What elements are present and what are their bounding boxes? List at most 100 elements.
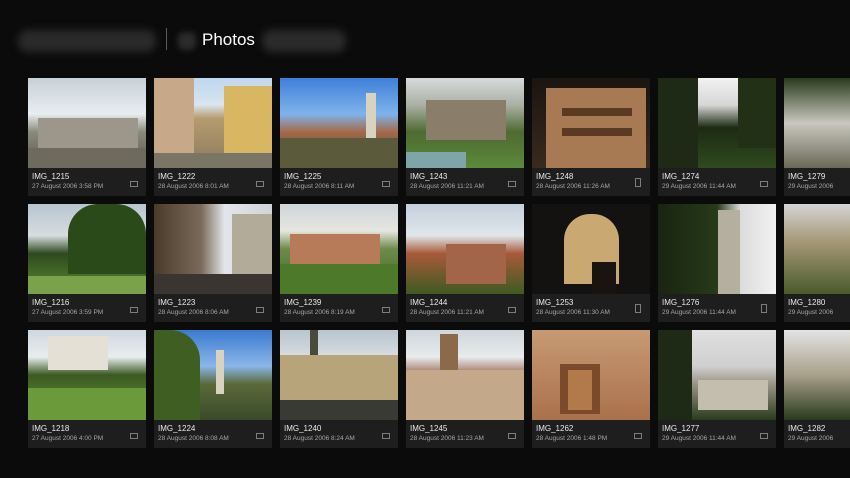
photo-date: 27 August 2006 3:59 PM (32, 309, 104, 316)
photo-date: 29 August 2006 (788, 435, 834, 442)
photo-info: IMG_1223 28 August 2006 8:06 AM (154, 294, 272, 322)
header-divider (166, 28, 167, 50)
photo-date: 28 August 2006 8:08 AM (158, 435, 229, 442)
photo-tile[interactable]: IMG_1279 29 August 2006 (784, 78, 850, 196)
photo-tile[interactable]: IMG_1239 28 August 2006 8:19 AM (280, 204, 398, 322)
page-title: Photos (202, 30, 255, 49)
photo-tile[interactable]: IMG_1224 28 August 2006 8:08 AM (154, 330, 272, 448)
app-icon (178, 32, 196, 50)
photo-info: IMG_1282 29 August 2006 (784, 420, 850, 448)
photo-name: IMG_1223 (158, 298, 196, 307)
photo-info: IMG_1243 28 August 2006 11:21 AM (406, 168, 524, 196)
photo-tile[interactable]: IMG_1253 28 August 2006 11:30 AM (532, 204, 650, 322)
landscape-icon (760, 433, 768, 439)
photo-date: 28 August 2006 11:21 AM (410, 183, 484, 190)
photo-date: 28 August 2006 8:01 AM (158, 183, 229, 190)
photo-thumbnail (406, 330, 524, 420)
photo-date: 29 August 2006 (788, 183, 834, 190)
photo-info: IMG_1262 28 August 2006 1:48 PM (532, 420, 650, 448)
photo-thumbnail (532, 78, 650, 168)
photo-name: IMG_1280 (788, 298, 826, 307)
photo-info: IMG_1240 28 August 2006 8:24 AM (280, 420, 398, 448)
photo-thumbnail (532, 204, 650, 294)
photo-tile[interactable]: IMG_1248 28 August 2006 11:26 AM (532, 78, 650, 196)
photo-tile[interactable]: IMG_1277 29 August 2006 11:44 AM (658, 330, 776, 448)
photo-tile[interactable]: IMG_1216 27 August 2006 3:59 PM (28, 204, 146, 322)
photo-date: 29 August 2006 (788, 309, 834, 316)
photo-name: IMG_1224 (158, 424, 196, 433)
photo-date: 29 August 2006 11:44 AM (662, 309, 736, 316)
photo-thumbnail (658, 204, 776, 294)
photo-thumbnail (532, 330, 650, 420)
photo-name: IMG_1225 (284, 172, 322, 181)
photo-name: IMG_1253 (536, 298, 574, 307)
landscape-icon (130, 433, 138, 439)
landscape-icon (382, 307, 390, 313)
photo-tile[interactable]: IMG_1274 29 August 2006 11:44 AM (658, 78, 776, 196)
photo-name: IMG_1248 (536, 172, 574, 181)
photo-name: IMG_1216 (32, 298, 70, 307)
photo-date: 27 August 2006 3:58 PM (32, 183, 104, 190)
landscape-icon (382, 181, 390, 187)
photo-tile[interactable]: IMG_1262 28 August 2006 1:48 PM (532, 330, 650, 448)
back-navigation-blurred[interactable] (18, 30, 156, 52)
photo-info: IMG_1279 29 August 2006 (784, 168, 850, 196)
photo-date: 28 August 2006 8:24 AM (284, 435, 355, 442)
app-header: Photos (0, 0, 850, 70)
photo-info: IMG_1239 28 August 2006 8:19 AM (280, 294, 398, 322)
photo-tile[interactable]: IMG_1282 29 August 2006 (784, 330, 850, 448)
photo-thumbnail (784, 330, 850, 420)
photo-name: IMG_1282 (788, 424, 826, 433)
header-extra-blurred (262, 30, 346, 52)
photo-info: IMG_1277 29 August 2006 11:44 AM (658, 420, 776, 448)
photo-tile[interactable]: IMG_1240 28 August 2006 8:24 AM (280, 330, 398, 448)
photo-thumbnail (658, 78, 776, 168)
landscape-icon (256, 181, 264, 187)
photo-date: 28 August 2006 8:06 AM (158, 309, 229, 316)
photo-name: IMG_1276 (662, 298, 700, 307)
photo-tile[interactable]: IMG_1215 27 August 2006 3:58 PM (28, 78, 146, 196)
photo-info: IMG_1280 29 August 2006 (784, 294, 850, 322)
photo-grid: IMG_1215 27 August 2006 3:58 PM IMG_1222… (28, 78, 850, 450)
photo-tile[interactable]: IMG_1243 28 August 2006 11:21 AM (406, 78, 524, 196)
landscape-icon (508, 307, 516, 313)
photo-tile[interactable]: IMG_1218 27 August 2006 4:00 PM (28, 330, 146, 448)
photo-tile[interactable]: IMG_1280 29 August 2006 (784, 204, 850, 322)
photo-tile[interactable]: IMG_1276 29 August 2006 11:44 AM (658, 204, 776, 322)
photo-tile[interactable]: IMG_1245 28 August 2006 11:23 AM (406, 330, 524, 448)
photo-name: IMG_1274 (662, 172, 700, 181)
photo-tile[interactable]: IMG_1223 28 August 2006 8:06 AM (154, 204, 272, 322)
photo-thumbnail (280, 330, 398, 420)
photo-info: IMG_1216 27 August 2006 3:59 PM (28, 294, 146, 322)
photo-thumbnail (406, 78, 524, 168)
landscape-icon (130, 307, 138, 313)
photo-info: IMG_1215 27 August 2006 3:58 PM (28, 168, 146, 196)
photo-info: IMG_1276 29 August 2006 11:44 AM (658, 294, 776, 322)
photo-date: 28 August 2006 8:19 AM (284, 309, 355, 316)
landscape-icon (382, 433, 390, 439)
photo-name: IMG_1245 (410, 424, 448, 433)
photo-name: IMG_1240 (284, 424, 322, 433)
photo-tile[interactable]: IMG_1244 28 August 2006 11:21 AM (406, 204, 524, 322)
photo-thumbnail (154, 78, 272, 168)
portrait-icon (761, 304, 767, 313)
photo-info: IMG_1224 28 August 2006 8:08 AM (154, 420, 272, 448)
photo-info: IMG_1244 28 August 2006 11:21 AM (406, 294, 524, 322)
photo-date: 28 August 2006 11:26 AM (536, 183, 610, 190)
landscape-icon (256, 433, 264, 439)
portrait-icon (635, 304, 641, 313)
photo-tile[interactable]: IMG_1225 28 August 2006 8:11 AM (280, 78, 398, 196)
photo-date: 28 August 2006 11:30 AM (536, 309, 610, 316)
photo-thumbnail (784, 204, 850, 294)
photo-name: IMG_1279 (788, 172, 826, 181)
photo-thumbnail (154, 204, 272, 294)
photo-thumbnail (406, 204, 524, 294)
photo-date: 29 August 2006 11:44 AM (662, 435, 736, 442)
photo-tile[interactable]: IMG_1222 28 August 2006 8:01 AM (154, 78, 272, 196)
photo-date: 28 August 2006 11:23 AM (410, 435, 484, 442)
landscape-icon (508, 181, 516, 187)
photo-thumbnail (28, 204, 146, 294)
photo-info: IMG_1274 29 August 2006 11:44 AM (658, 168, 776, 196)
photo-thumbnail (154, 330, 272, 420)
photo-thumbnail (784, 78, 850, 168)
